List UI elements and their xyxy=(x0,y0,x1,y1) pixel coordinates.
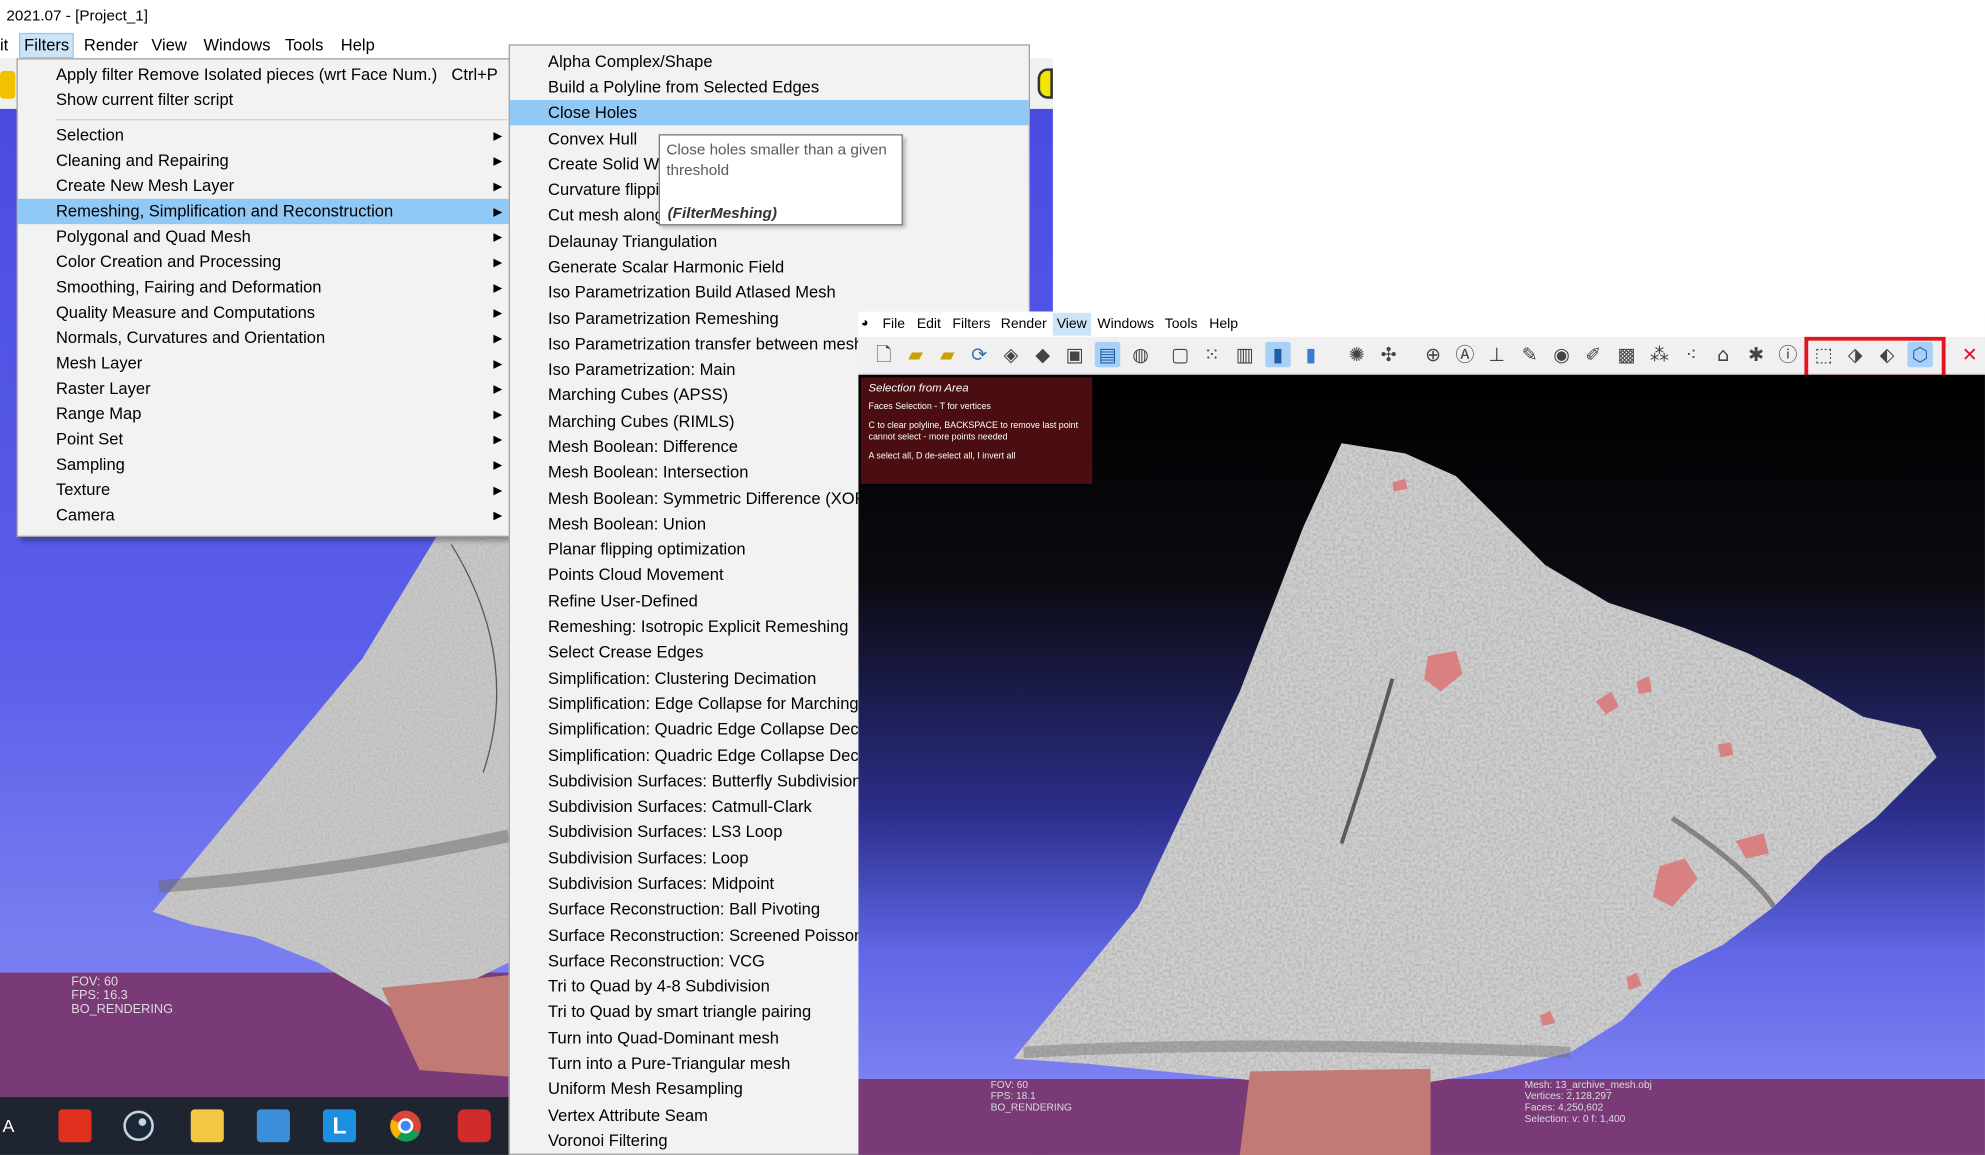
tooltip-class: (FilterMeshing) xyxy=(667,203,777,222)
menu-item-label: Point Set xyxy=(55,429,124,449)
submenu-arrow-icon: ▶ xyxy=(493,281,503,294)
submenu-arrow-icon: ▶ xyxy=(493,205,503,218)
submenu-arrow-icon: ▶ xyxy=(493,382,503,396)
screenshot-canvas: 2021.07 - [Project_1] it Filters Render … xyxy=(0,0,1985,1155)
submenu-item[interactable]: Iso Parametrization Build Atlased Mesh xyxy=(510,280,1029,305)
menu-item-color[interactable]: Color Creation and Processing ▶ xyxy=(18,249,510,274)
menu-item-cleaning[interactable]: Cleaning and Repairing ▶ xyxy=(18,148,510,173)
panel-text: C to clear polyline, BACKSPACE to remove… xyxy=(868,421,1079,431)
menu-separator xyxy=(55,119,508,121)
fov-readout: FOV: 60 xyxy=(990,1078,1029,1091)
submenu-item[interactable]: Alpha Complex/Shape xyxy=(510,49,1029,74)
menu-item-create-layer[interactable]: Create New Mesh Layer ▶ xyxy=(18,173,510,198)
panel-text: cannot select - more points needed xyxy=(868,433,1008,442)
tooltip-text: Close holes smaller than a given thresho… xyxy=(666,140,887,179)
menu-item-raster-layer[interactable]: Raster Layer ▶ xyxy=(18,376,510,401)
menu-item-point-set[interactable]: Point Set ▶ xyxy=(18,427,510,452)
filters-dropdown-menu: Apply filter Remove Isolated pieces (wrt… xyxy=(16,58,512,537)
submenu-arrow-icon: ▶ xyxy=(493,483,503,497)
menu-item-label: Cleaning and Repairing xyxy=(55,150,229,170)
fps-readout: FPS: 18.1 xyxy=(990,1090,1036,1102)
input-method-icon[interactable]: A xyxy=(3,1109,16,1142)
submenu-arrow-icon: ▶ xyxy=(493,458,503,472)
menu-item-mesh-layer[interactable]: Mesh Layer ▶ xyxy=(18,351,510,376)
menu-item-remeshing[interactable]: Remeshing, Simplification and Reconstruc… xyxy=(17,198,510,225)
menu-item-label: Quality Measure and Computations xyxy=(55,302,316,322)
submenu-arrow-icon: ▶ xyxy=(493,255,503,269)
menu-item-label: Polygonal and Quad Mesh xyxy=(55,226,251,246)
menu-item-label: Range Map xyxy=(55,403,142,423)
file-explorer-icon[interactable] xyxy=(190,1109,224,1143)
steam-icon[interactable] xyxy=(122,1109,155,1142)
submenu-arrow-icon: ▶ xyxy=(493,230,503,244)
submenu-arrow-icon: ▶ xyxy=(493,154,503,168)
render-mode-readout: BO_RENDERING xyxy=(71,1002,173,1017)
panel-text: A select all, D de-select all, I invert … xyxy=(868,452,1016,461)
submenu-item[interactable]: Delaunay Triangulation xyxy=(510,229,1029,254)
menu-item-label: Mesh Layer xyxy=(55,353,143,373)
submenu-arrow-icon: ▶ xyxy=(493,331,503,345)
submenu-arrow-icon: ▶ xyxy=(493,407,503,421)
menu-item-selection[interactable]: Selection ▶ xyxy=(18,123,510,148)
menu-item-label: Smoothing, Fairing and Deformation xyxy=(55,277,322,297)
menu-item-label: Texture xyxy=(55,479,111,499)
fov-readout: FOV: 60 xyxy=(71,975,119,990)
submenu-item-close-holes[interactable]: Close Holes xyxy=(509,100,1029,126)
menu-item-smoothing[interactable]: Smoothing, Fairing and Deformation ▶ xyxy=(18,275,510,300)
menu-item-label: Normals, Curvatures and Orientation xyxy=(55,327,326,347)
menu-item-label: Remeshing, Simplification and Reconstruc… xyxy=(55,201,394,221)
menu-item-normals[interactable]: Normals, Curvatures and Orientation ▶ xyxy=(18,325,510,350)
submenu-arrow-icon: ▶ xyxy=(493,179,503,193)
menu-item-label: Create New Mesh Layer xyxy=(55,176,235,196)
app-icon-red[interactable] xyxy=(58,1109,92,1143)
fps-readout: FPS: 16.3 xyxy=(71,989,128,1003)
mail-icon[interactable] xyxy=(256,1109,290,1143)
panel-text: Faces Selection - T for vertices xyxy=(868,402,991,412)
panel-title: Selection from Area xyxy=(868,381,969,394)
render-mode-readout: BO_RENDERING xyxy=(990,1101,1072,1114)
app-l-icon[interactable]: L xyxy=(322,1109,357,1143)
vertices-readout: Vertices: 2,128,297 xyxy=(1524,1090,1612,1102)
submenu-item[interactable]: Generate Scalar Harmonic Field xyxy=(510,255,1029,280)
menu-item-label: Sampling xyxy=(55,454,125,474)
chrome-icon[interactable] xyxy=(389,1109,422,1142)
menu-item-label: Selection xyxy=(55,125,124,145)
fps-overlay: FOV: 60 FPS: 16.3 BO_RENDERING xyxy=(71,975,173,1017)
selection-readout: Selection: v: 0 f: 1,400 xyxy=(1524,1113,1626,1125)
selection-help-panel: Selection from Area Faces Selection - T … xyxy=(860,377,1093,484)
menu-item-sampling[interactable]: Sampling ▶ xyxy=(18,452,510,477)
menu-item-range-map[interactable]: Range Map ▶ xyxy=(18,401,510,426)
submenu-item[interactable]: Build a Polyline from Selected Edges xyxy=(510,75,1029,100)
meshlab-window-front: ◕ File Edit Filters Render View Windows … xyxy=(858,311,1985,1155)
filter-tooltip: Close holes smaller than a given thresho… xyxy=(658,134,903,226)
app-z-icon[interactable] xyxy=(457,1109,491,1143)
faces-readout: Faces: 4,250,602 xyxy=(1524,1101,1604,1114)
menu-item-label: Apply filter Remove Isolated pieces (wrt… xyxy=(55,64,438,84)
menu-item-label: Show current filter script xyxy=(55,89,234,109)
shortcut-label: Ctrl+P xyxy=(451,64,498,84)
menu-item-polygonal[interactable]: Polygonal and Quad Mesh ▶ xyxy=(18,224,510,249)
fps-overlay: FOV: 60 FPS: 18.1 BO_RENDERING xyxy=(991,1079,1072,1113)
submenu-arrow-icon: ▶ xyxy=(493,433,503,446)
mesh-info-overlay: Mesh: 13_archive_mesh.obj Vertices: 2,12… xyxy=(1525,1079,1652,1125)
submenu-arrow-icon: ▶ xyxy=(493,509,503,522)
menu-item-apply-filter[interactable]: Apply filter Remove Isolated pieces (wrt… xyxy=(18,62,510,87)
menu-item-show-script[interactable]: Show current filter script xyxy=(18,87,510,112)
menu-item-texture[interactable]: Texture ▶ xyxy=(18,477,510,502)
mesh-name-readout: Mesh: 13_archive_mesh.obj xyxy=(1524,1078,1652,1091)
menu-item-camera[interactable]: Camera ▶ xyxy=(18,503,510,528)
menu-item-label: Color Creation and Processing xyxy=(55,252,282,272)
submenu-arrow-icon: ▶ xyxy=(493,306,503,320)
submenu-arrow-icon: ▶ xyxy=(493,129,503,142)
menu-item-label: Raster Layer xyxy=(55,378,151,398)
menu-item-quality[interactable]: Quality Measure and Computations ▶ xyxy=(18,300,510,325)
menu-item-label: Camera xyxy=(55,505,115,525)
submenu-arrow-icon: ▶ xyxy=(493,357,503,370)
